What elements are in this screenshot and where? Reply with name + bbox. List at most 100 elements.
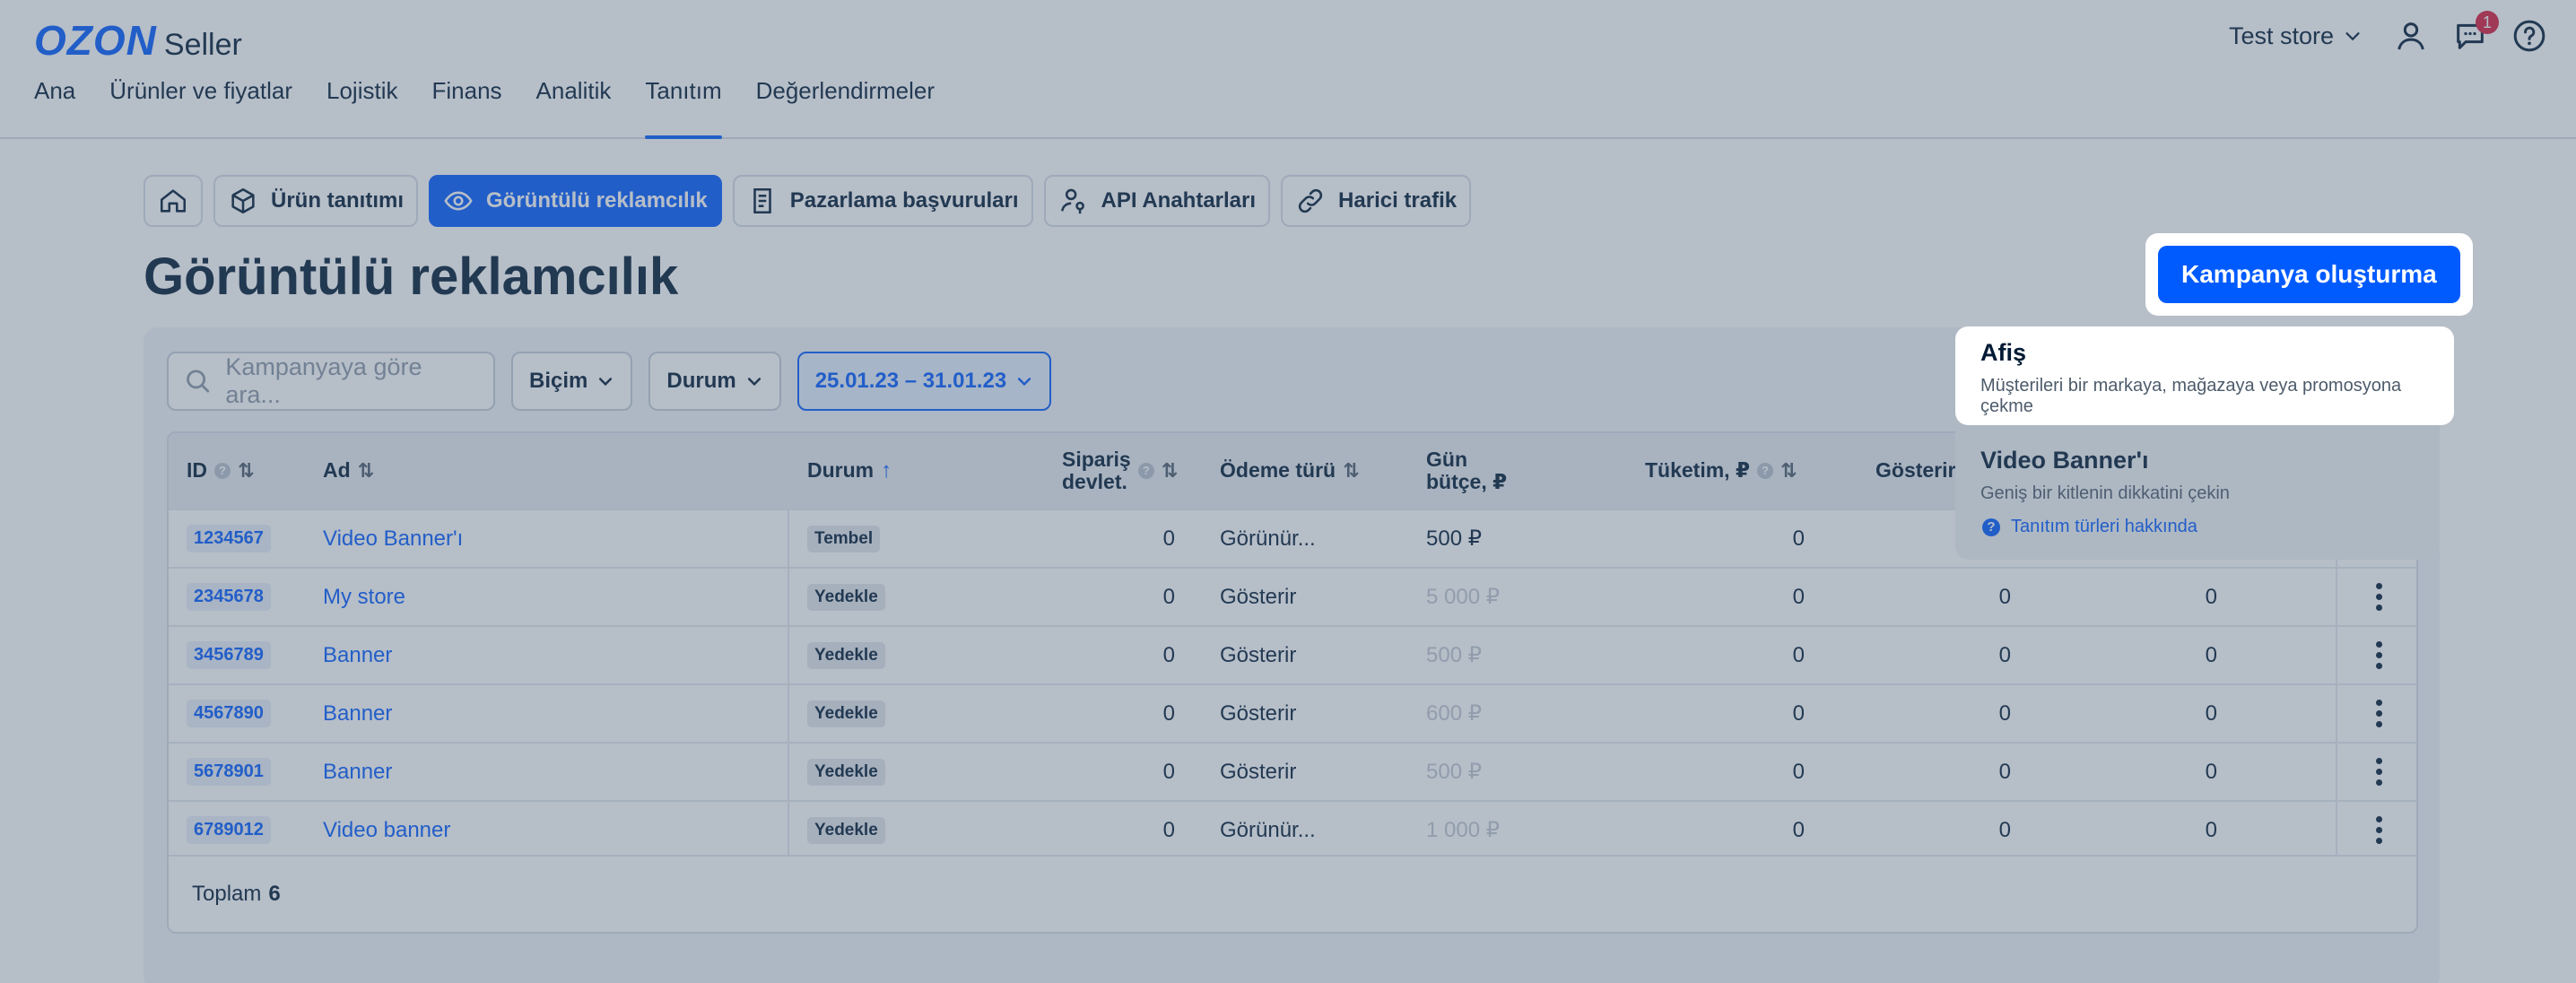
store-selector[interactable]: Test store [2229, 22, 2363, 50]
subnav-product-promo[interactable]: Ürün tanıtımı [213, 175, 418, 227]
col-budget-line1: Gün [1426, 447, 1467, 471]
col-id[interactable]: ID ? ⇅ [187, 458, 254, 483]
sort-asc-icon[interactable]: ↑ [881, 458, 892, 483]
spend-value: 0 [1792, 642, 1805, 667]
campaign-name-link[interactable]: My store [323, 585, 405, 610]
page-title: Görüntülü reklamcılık [144, 248, 679, 306]
table-row[interactable]: 2345678 My store Yedekle 0 Gösterir 5 000 ₽ 0 0… [169, 567, 2416, 625]
more-actions-icon[interactable] [2375, 758, 2382, 786]
nav-item-analytics[interactable]: Analitik [536, 77, 612, 121]
col-payment[interactable]: Ödeme türü ⇅ [1220, 458, 1360, 483]
format-filter[interactable]: Biçim [511, 352, 633, 411]
table-row[interactable]: 3456789 Banner Yedekle 0 Gösterir 500 ₽ 0 0 0 [169, 625, 2416, 683]
campaign-name-link[interactable]: Banner [323, 701, 392, 726]
shows-value: 0 [1998, 642, 2011, 667]
table-footer: Toplam 6 [169, 855, 2416, 932]
sort-icon[interactable]: ⇅ [1780, 459, 1797, 482]
subnav-home[interactable] [144, 175, 203, 227]
campaign-id[interactable]: 1234567 [187, 525, 271, 552]
date-range-filter[interactable]: 25.01.23 – 31.01.23 [796, 352, 1052, 411]
search-input[interactable]: Kampanyaya göre ara... [167, 352, 495, 411]
nav-item-logistics[interactable]: Lojistik [326, 77, 397, 121]
col-orders[interactable]: Sipariş devlet. ? ⇅ [1062, 448, 1178, 494]
col-spend-label: Tüketim, ₽ [1645, 458, 1750, 483]
dropdown-item-desc: Müşterileri bir markaya, mağazaya veya p… [1980, 376, 2402, 416]
table-row[interactable]: 5678901 Banner Yedekle 0 Gösterir 500 ₽ 0 0 0 [169, 742, 2416, 800]
campaign-id[interactable]: 3456789 [187, 641, 271, 669]
sort-icon[interactable]: ⇅ [238, 459, 254, 482]
chevron-down-icon [2345, 32, 2360, 41]
col-budget[interactable]: Gün bütçe, ₽ [1426, 448, 1507, 494]
dropdown-item-poster[interactable]: Afiş Müşterileri bir markaya, mağazaya v… [1955, 326, 2454, 425]
nav-item-products[interactable]: Ürünler ve fiyatlar [109, 77, 292, 121]
status-badge: Yedekle [807, 758, 885, 786]
campaign-name-link[interactable]: Banner [323, 760, 392, 785]
logo[interactable]: OZON Seller [34, 16, 242, 65]
store-name: Test store [2228, 22, 2334, 49]
subnav-api-keys[interactable]: API Anahtarları [1043, 175, 1271, 227]
eye-icon [444, 191, 473, 211]
orders-value: 0 [1162, 642, 1175, 667]
document-icon [753, 187, 771, 214]
shows-value: 0 [1998, 584, 2011, 609]
nav-item-promotion[interactable]: Tanıtım [645, 77, 722, 139]
nav-item-home[interactable]: Ana [34, 77, 75, 121]
campaign-name-link[interactable]: Video banner [323, 818, 450, 843]
create-button-highlight: Kampanya oluşturma [2145, 233, 2473, 316]
col-name[interactable]: Ad ⇅ [323, 459, 374, 483]
nav-item-reviews[interactable]: Değerlendirmeler [756, 77, 935, 121]
orders-value: 0 [1162, 584, 1175, 609]
more-actions-icon[interactable] [2375, 816, 2382, 844]
format-filter-label: Biçim [529, 369, 588, 393]
campaign-name-link[interactable]: Video Banner'ı [323, 526, 463, 552]
info-icon: ? [1756, 462, 1773, 479]
status-badge: Yedekle [807, 641, 885, 669]
col-shows[interactable]: Gösterir [1875, 459, 1955, 483]
spend-value: 0 [1792, 700, 1805, 726]
campaign-id[interactable]: 6789012 [187, 816, 271, 844]
clicks-value: 0 [2205, 700, 2217, 726]
logo-seller: Seller [163, 28, 242, 62]
campaign-name-link[interactable]: Banner [323, 643, 392, 668]
home-icon [160, 189, 187, 213]
subnav-external-traffic-label: Harici trafik [1338, 188, 1458, 213]
table-body: 1234567 Video Banner'ı Tembel 0 Görünür... 50… [169, 509, 2416, 858]
col-id-label: ID [187, 458, 207, 483]
messages-button[interactable]: 1 [2450, 11, 2499, 56]
header-actions: Test store 1 [2229, 11, 2549, 56]
create-campaign-button[interactable]: Kampanya oluşturma [2158, 246, 2460, 303]
profile-button[interactable] [2391, 16, 2431, 56]
chevron-down-icon [599, 378, 613, 387]
orders-value: 0 [1162, 759, 1175, 784]
payment-type: Gösterir [1220, 759, 1297, 784]
promotion-subnav: Ürün tanıtımı Görüntülü reklamcılık Paza… [144, 175, 1472, 227]
daily-budget: 500 ₽ [1426, 760, 1482, 784]
more-actions-icon[interactable] [2375, 700, 2382, 727]
col-payment-label: Ödeme türü [1220, 458, 1336, 483]
sort-icon[interactable]: ⇅ [1162, 459, 1178, 482]
col-status[interactable]: Durum ↑ [807, 458, 892, 483]
subnav-api-keys-label: API Anahtarları [1101, 188, 1257, 213]
col-spend[interactable]: Tüketim, ₽ ? ⇅ [1645, 458, 1797, 483]
help-button[interactable] [2510, 16, 2549, 56]
sort-icon[interactable]: ⇅ [358, 459, 374, 482]
more-actions-icon[interactable] [2375, 641, 2382, 669]
table-row[interactable]: 6789012 Video banner Yedekle 0 Görünür... 1 0… [169, 800, 2416, 858]
table-row[interactable]: 4567890 Banner Yedekle 0 Gösterir 600 ₽ 0 0 0 [169, 683, 2416, 742]
subnav-external-traffic[interactable]: Harici trafik [1281, 175, 1472, 227]
spend-value: 0 [1792, 817, 1805, 842]
spend-value: 0 [1792, 759, 1805, 784]
nav-item-finance[interactable]: Finans [431, 77, 501, 121]
col-orders-line2: devlet. [1062, 470, 1127, 493]
subnav-display-ads[interactable]: Görüntülü reklamcılık [429, 175, 722, 227]
col-budget-label: Gün bütçe, ₽ [1426, 448, 1507, 494]
campaign-id[interactable]: 4567890 [187, 700, 271, 727]
clicks-value: 0 [2205, 642, 2217, 667]
status-filter[interactable]: Durum [648, 352, 781, 411]
more-actions-icon[interactable] [2375, 583, 2382, 611]
campaign-id[interactable]: 2345678 [187, 583, 271, 611]
subnav-marketing[interactable]: Pazarlama başvuruları [732, 175, 1033, 227]
sort-icon[interactable]: ⇅ [1343, 459, 1359, 482]
campaign-id[interactable]: 5678901 [187, 758, 271, 786]
orders-value: 0 [1162, 817, 1175, 842]
